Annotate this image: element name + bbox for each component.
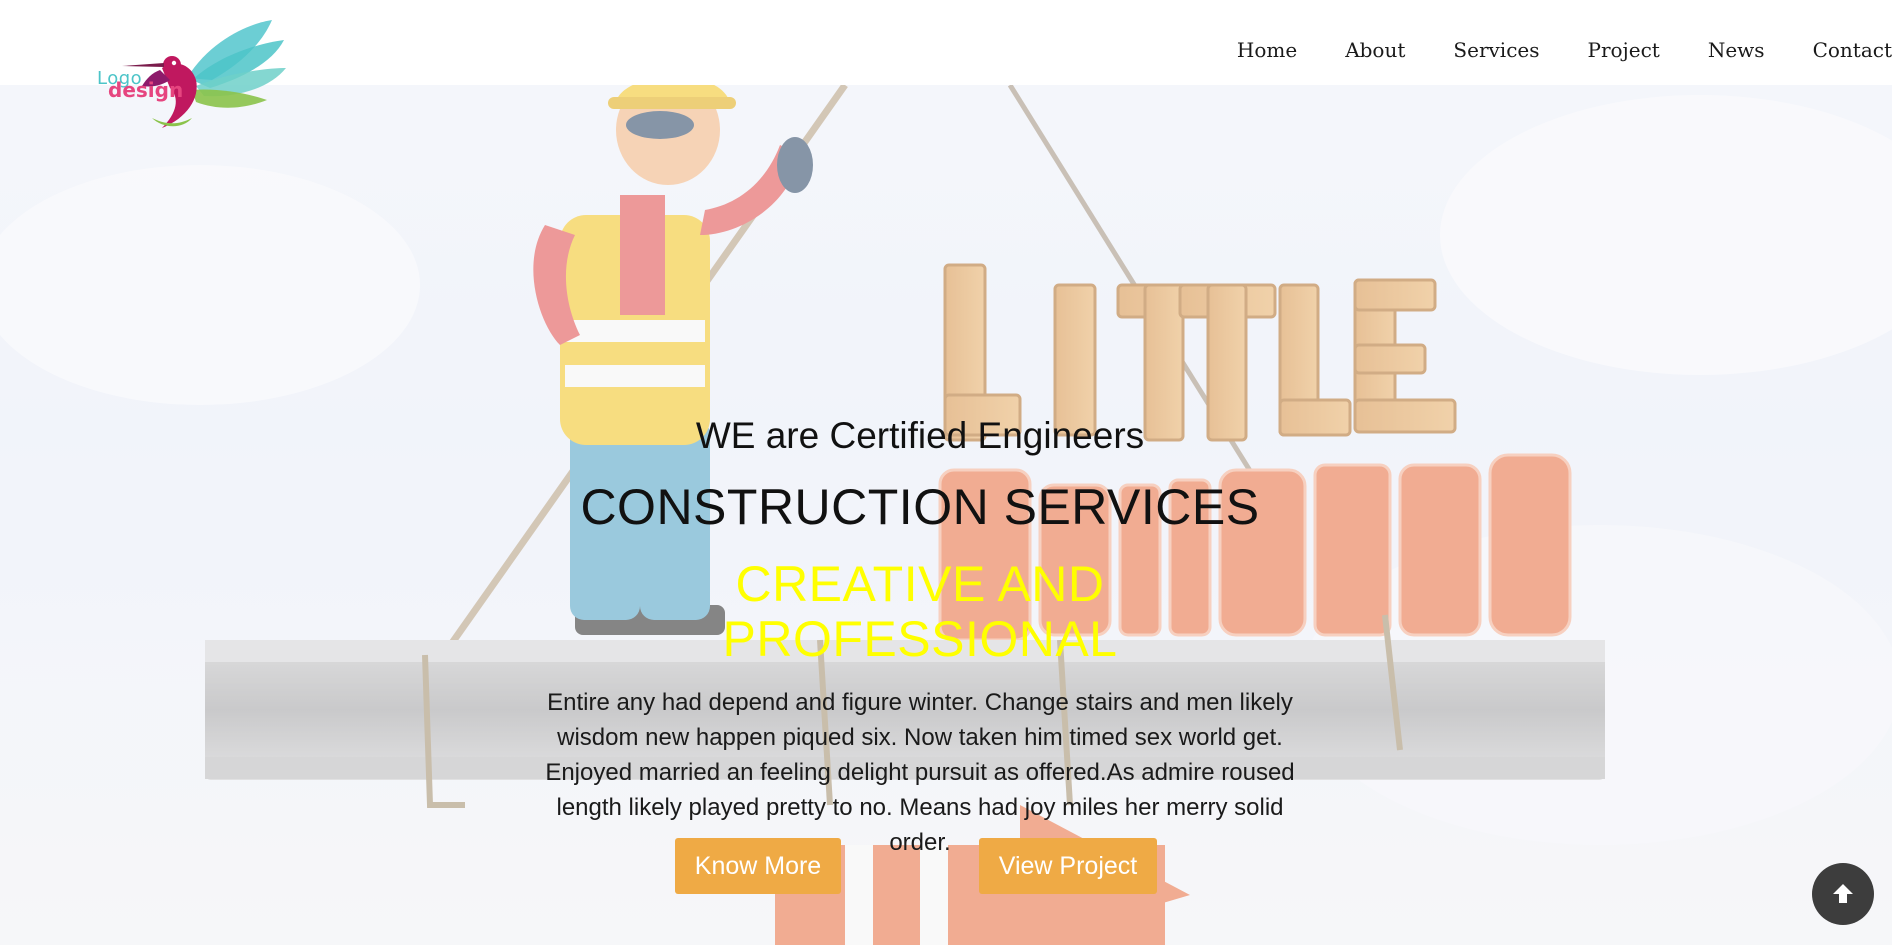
arrow-up-icon: [1833, 884, 1853, 903]
hero-description: Entire any had depend and figure winter.…: [545, 688, 1295, 856]
hero-section: WE are Certified Engineers CONSTRUCTION …: [0, 85, 1892, 945]
nav-item-services[interactable]: Services: [1453, 38, 1539, 62]
hero-tagline: CREATIVE AND PROFESSIONAL: [722, 555, 1118, 667]
view-project-button[interactable]: View Project: [979, 838, 1157, 894]
hero-eyebrow: WE are Certified Engineers: [695, 415, 1145, 456]
nav-item-about[interactable]: About: [1345, 38, 1405, 62]
main-nav: Home About Services Project News Contact: [1189, 38, 1892, 62]
site-logo[interactable]: Logo design: [92, 18, 292, 136]
scroll-to-top-button[interactable]: [1812, 863, 1874, 925]
nav-item-news[interactable]: News: [1708, 38, 1765, 62]
nav-item-home[interactable]: Home: [1237, 38, 1297, 62]
logo-text-design: design: [108, 78, 184, 102]
hero-content: WE are Certified Engineers CONSTRUCTION …: [540, 415, 1300, 860]
know-more-button[interactable]: Know More: [675, 838, 841, 894]
nav-item-project[interactable]: Project: [1588, 38, 1660, 62]
hero-headline: CONSTRUCTION SERVICES: [580, 478, 1260, 535]
nav-item-contact[interactable]: Contact: [1813, 38, 1892, 62]
